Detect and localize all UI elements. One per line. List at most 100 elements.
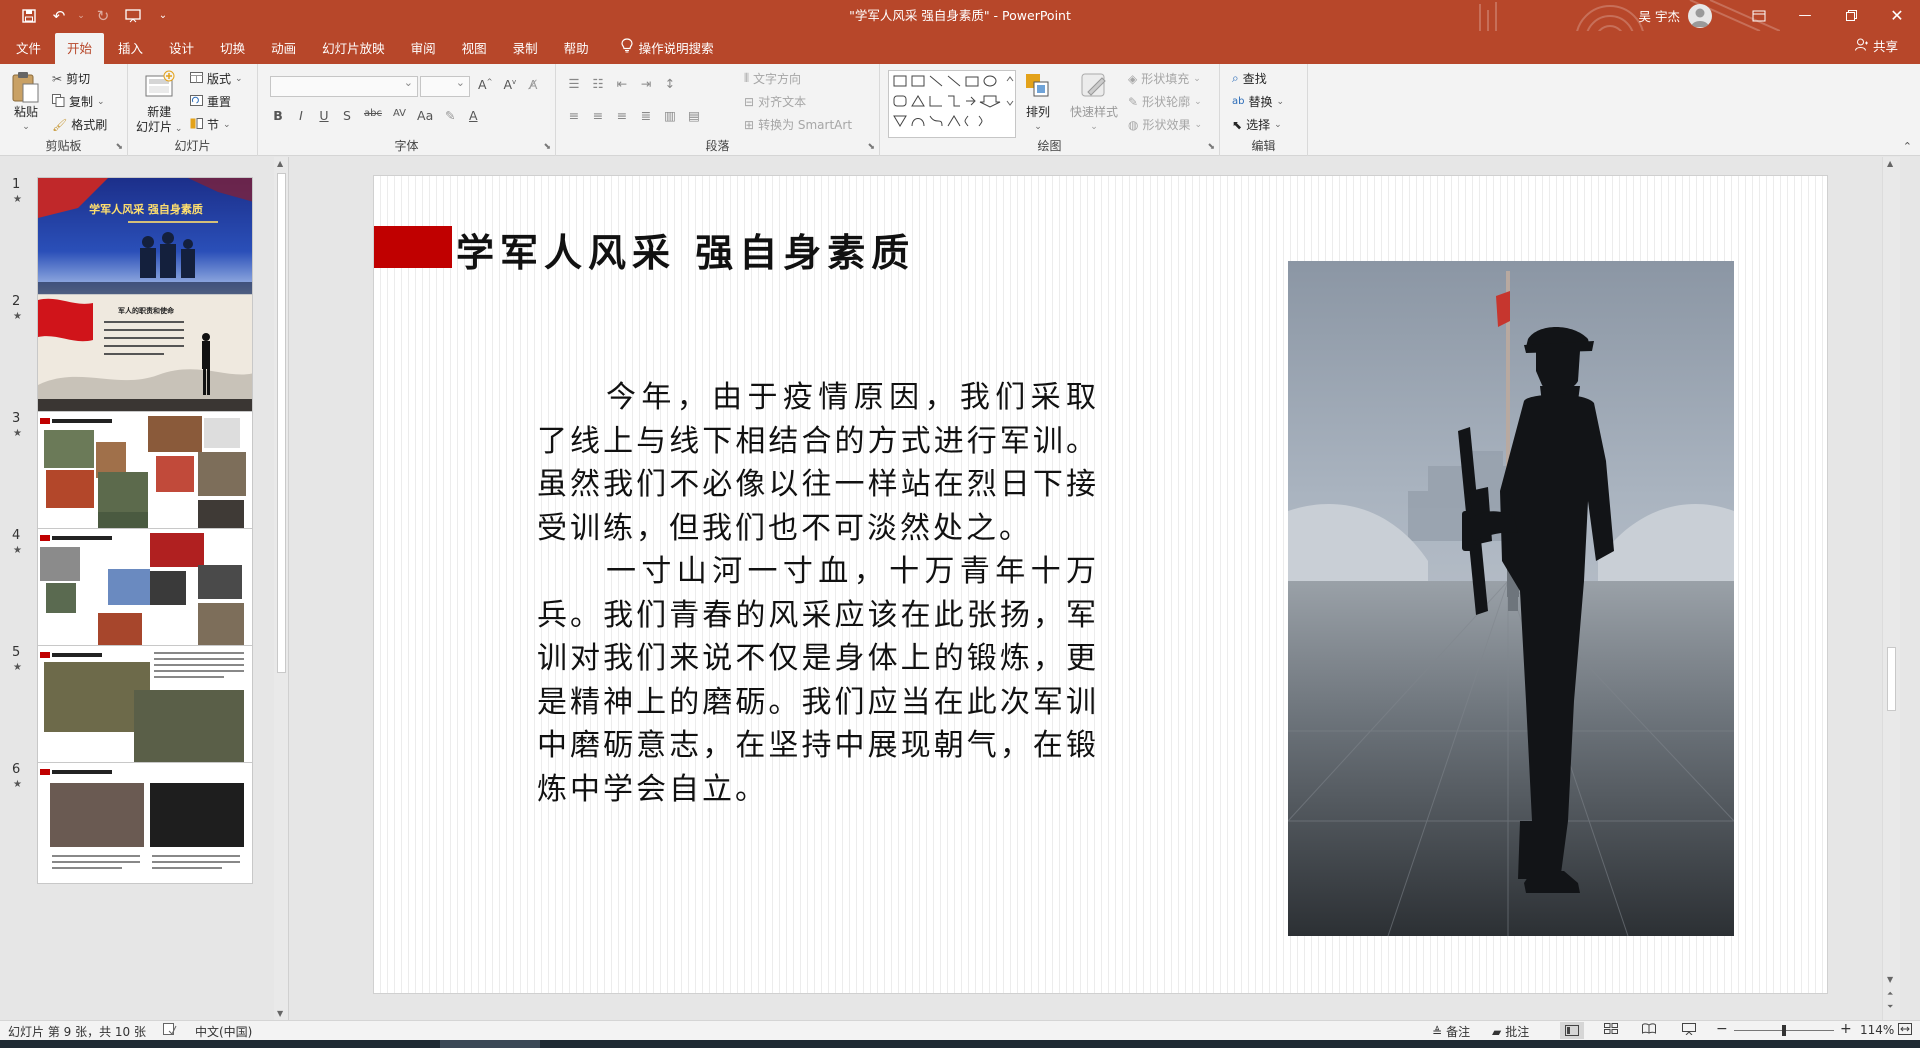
font-launcher-icon[interactable]: ⬊ (543, 142, 551, 152)
reset-button[interactable]: 重置 (190, 93, 231, 110)
zoom-slider[interactable] (1734, 1025, 1834, 1036)
shape-effects-button[interactable]: ◍ 形状效果 ⌄ (1128, 116, 1202, 133)
scroll-up-icon[interactable]: ▲ (1887, 159, 1893, 168)
slide-body-text[interactable]: 今年，由于疫情原因，我们采取了线上与线下相结合的方式进行军训。虽然我们不必像以往… (537, 376, 1099, 811)
previous-slide-icon[interactable]: ⏶ (1887, 989, 1893, 999)
save-icon[interactable] (14, 0, 44, 31)
slide-counter[interactable]: 幻灯片 第 9 张，共 10 张 (8, 1023, 146, 1040)
distributed-icon[interactable]: ▥ (664, 108, 676, 123)
slideshow-view-icon[interactable] (1682, 1023, 1696, 1035)
tab-help[interactable]: 帮助 (552, 33, 601, 64)
align-left-icon[interactable]: ≡ (568, 108, 580, 123)
increase-font-icon[interactable]: A^ (478, 77, 492, 92)
increase-indent-icon[interactable]: ⇥ (640, 76, 652, 91)
zoom-out-icon[interactable]: − (1716, 1021, 1728, 1037)
text-shadow-icon[interactable]: S (341, 108, 353, 123)
scroll-up-icon[interactable]: ▲ (277, 159, 283, 168)
character-spacing-icon[interactable]: AV (393, 108, 406, 123)
thumbnail-slide-1[interactable]: 学军人风采 强自身素质 (37, 177, 253, 299)
shape-fill-button[interactable]: ◈ 形状填充 ⌄ (1128, 70, 1201, 87)
user-name[interactable]: 吴 宇杰 (1639, 6, 1680, 25)
tab-view[interactable]: 视图 (450, 33, 499, 64)
tab-transitions[interactable]: 切换 (208, 33, 257, 64)
thumbnail-row[interactable]: 2 ★ 军人的职责和使命 (0, 294, 272, 418)
underline-icon[interactable]: U (318, 108, 330, 123)
reading-view-icon[interactable] (1642, 1023, 1656, 1034)
thumbnail-slide-4[interactable] (37, 528, 253, 650)
thumbnail-row[interactable]: 3 ★ (0, 411, 272, 535)
clipboard-launcher-icon[interactable]: ⬊ (115, 142, 123, 152)
ribbon-display-options-icon[interactable] (1736, 0, 1782, 31)
thumbnail-slide-6[interactable] (37, 762, 253, 884)
thumbnail-slide-2[interactable]: 军人的职责和使命 (37, 294, 253, 416)
font-color-icon[interactable]: A (467, 108, 479, 123)
language-indicator[interactable]: 中文(中国) (195, 1023, 252, 1040)
section-button[interactable]: 节 ⌄ (190, 116, 231, 133)
tab-design[interactable]: 设计 (157, 33, 206, 64)
drawing-launcher-icon[interactable]: ⬊ (1207, 142, 1215, 152)
find-button[interactable]: ⌕ 查找 (1232, 70, 1267, 87)
tell-me-search[interactable]: 操作说明搜索 (609, 33, 726, 64)
align-right-icon[interactable]: ≡ (616, 108, 628, 123)
thumbnail-row[interactable]: 1 ★ 学军人风采 强自身素质 (0, 177, 272, 301)
new-slide-button[interactable]: 新建 幻灯片 ⌄ (136, 70, 182, 137)
line-spacing-icon[interactable]: ↕ (664, 76, 676, 91)
thumbnail-row[interactable]: 4 ★ (0, 528, 272, 652)
tab-review[interactable]: 审阅 (399, 33, 448, 64)
spell-check-icon[interactable] (163, 1023, 177, 1035)
decrease-indent-icon[interactable]: ⇤ (616, 76, 628, 91)
tab-insert[interactable]: 插入 (106, 33, 155, 64)
customize-toolbar-icon[interactable]: ⌄ (148, 0, 178, 31)
fit-to-window-icon[interactable] (1898, 1023, 1912, 1035)
cut-button[interactable]: ✂ 剪切 (52, 70, 90, 87)
columns-icon[interactable]: ▤ (688, 108, 700, 123)
minimize-icon[interactable]: — (1782, 0, 1828, 31)
quick-styles-button[interactable]: 快速样式 ⌄ (1070, 70, 1118, 135)
arrange-button[interactable]: 排列 ⌄ (1022, 70, 1054, 135)
scroll-down-icon[interactable]: ▼ (277, 1009, 283, 1018)
highlight-icon[interactable]: ✎ (444, 108, 456, 123)
shapes-gallery[interactable] (888, 70, 1016, 138)
bullets-icon[interactable]: ☰ (568, 76, 580, 91)
comments-button[interactable]: ▰ 批注 (1492, 1023, 1529, 1040)
soldier-photo[interactable] (1288, 261, 1734, 936)
tab-file[interactable]: 文件 (4, 33, 53, 64)
shape-outline-button[interactable]: ✎ 形状轮廓 ⌄ (1128, 93, 1202, 110)
bold-icon[interactable]: B (272, 108, 284, 123)
scroll-down-icon[interactable]: ▼ (1887, 975, 1893, 984)
zoom-slider-thumb[interactable] (1782, 1025, 1786, 1036)
editor-scroll-thumb[interactable] (1887, 647, 1896, 711)
undo-icon[interactable]: ↶ (44, 0, 74, 31)
tab-record[interactable]: 录制 (501, 33, 550, 64)
avatar[interactable] (1688, 3, 1712, 28)
copy-button[interactable]: 复制 ⌄ (52, 93, 105, 110)
redo-icon[interactable]: ↻ (88, 0, 118, 31)
replace-button[interactable]: ab 替换 ⌄ (1232, 93, 1284, 110)
thumbnail-slide-5[interactable] (37, 645, 253, 767)
paste-button[interactable]: 粘贴 ⌄ (10, 70, 42, 135)
clear-formatting-icon[interactable]: A̸ (527, 77, 539, 92)
tab-animations[interactable]: 动画 (259, 33, 308, 64)
normal-view-icon[interactable] (1560, 1022, 1584, 1039)
tab-home[interactable]: 开始 (55, 33, 105, 64)
justify-icon[interactable]: ≣ (640, 108, 652, 123)
slide-title[interactable]: 学军人风采 强自身素质 (456, 222, 915, 277)
slide-sorter-icon[interactable] (1604, 1023, 1618, 1034)
thumbnail-row[interactable]: 6 ★ (0, 762, 272, 886)
align-center-icon[interactable]: ≡ (592, 108, 604, 123)
italic-icon[interactable]: I (295, 108, 307, 123)
tab-slideshow[interactable]: 幻灯片放映 (310, 33, 397, 64)
align-text-button[interactable]: ⊟ 对齐文本 (744, 93, 806, 110)
close-icon[interactable]: ✕ (1874, 0, 1920, 31)
select-button[interactable]: ⬉ 选择 ⌄ (1232, 116, 1282, 133)
decrease-font-icon[interactable]: Av (503, 77, 516, 92)
layout-button[interactable]: 版式 ⌄ (190, 70, 243, 87)
chevron-down-icon[interactable]: ⌄ (74, 0, 88, 31)
notes-button[interactable]: ≜ 备注 (1432, 1023, 1470, 1040)
share-button[interactable]: 共享 (1854, 31, 1898, 62)
convert-smartart-button[interactable]: ⊞ 转换为 SmartArt (744, 116, 852, 133)
font-size-combo[interactable] (420, 76, 470, 97)
change-case-icon[interactable]: Aa (417, 108, 433, 123)
thumbnail-slide-3[interactable] (37, 411, 253, 533)
thumbnail-row[interactable]: 5 ★ (0, 645, 272, 769)
